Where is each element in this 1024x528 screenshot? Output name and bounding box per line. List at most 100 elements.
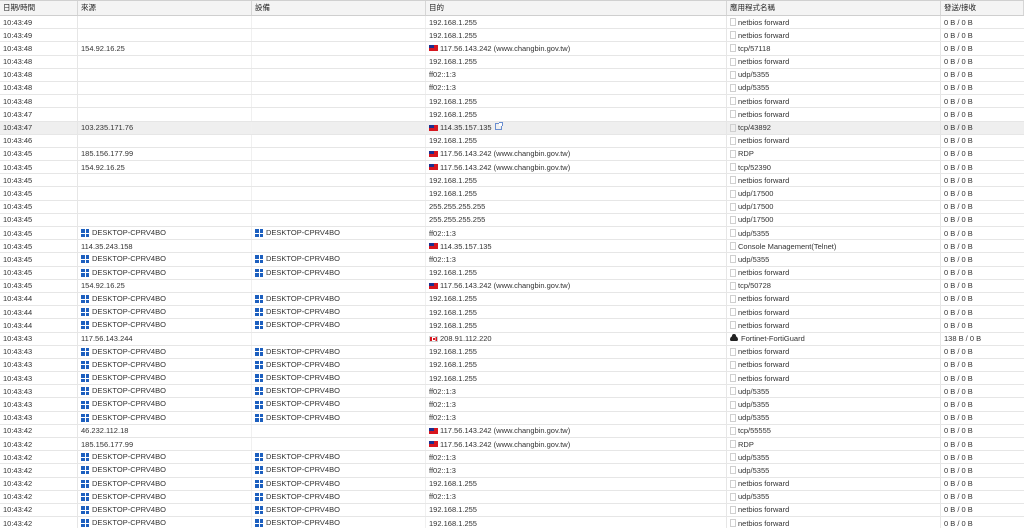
device-name[interactable]: DESKTOP-CPRV4BO [266, 319, 340, 331]
device-name[interactable]: DESKTOP-CPRV4BO [266, 385, 340, 397]
device-name[interactable]: DESKTOP-CPRV4BO [266, 227, 340, 239]
device-name[interactable]: DESKTOP-CPRV4BO [266, 306, 340, 318]
table-row[interactable]: 10:43:42 DESKTOP-CPRV4BO DESKTOP-CPRV4BO ff… [0, 464, 1024, 478]
destination-address: 192.168.1.255 [429, 57, 477, 67]
table-row[interactable]: 10:43:48 192.168.1.255 netbios forward 0 B … [0, 55, 1024, 69]
table-row[interactable]: 10:43:45 DESKTOP-CPRV4BO DESKTOP-CPRV4BO ff… [0, 253, 1024, 267]
application-icon [730, 255, 736, 264]
table-row[interactable]: 10:43:43 DESKTOP-CPRV4BO DESKTOP-CPRV4BO 19… [0, 372, 1024, 386]
source-device-name[interactable]: DESKTOP-CPRV4BO [92, 372, 166, 384]
device-name[interactable]: DESKTOP-CPRV4BO [266, 267, 340, 279]
source-ip: 154.92.16.25 [81, 43, 125, 53]
table-row[interactable]: 10:43:44 DESKTOP-CPRV4BO DESKTOP-CPRV4BO 19… [0, 319, 1024, 333]
table-row[interactable]: 10:43:44 DESKTOP-CPRV4BO DESKTOP-CPRV4BO 19… [0, 292, 1024, 307]
table-row[interactable]: 10:43:42 DESKTOP-CPRV4BO DESKTOP-CPRV4BO 19… [0, 477, 1024, 491]
application-icon [730, 479, 736, 488]
source-device-name[interactable]: DESKTOP-CPRV4BO [92, 504, 166, 516]
table-row[interactable]: 10:43:43 117.56.143.244 208.91.112.220 Fort… [0, 332, 1024, 346]
table-row[interactable]: 10:43:43 DESKTOP-CPRV4BO DESKTOP-CPRV4BO ff… [0, 398, 1024, 412]
source-device-name[interactable]: DESKTOP-CPRV4BO [92, 306, 166, 318]
table-row[interactable]: 10:43:45 185.156.177.99 117.56.143.242 (ww… [0, 147, 1024, 162]
table-row[interactable]: 10:43:45 255.255.255.255 udp/17500 0 B / 0 … [0, 200, 1024, 214]
source-device-name[interactable]: DESKTOP-CPRV4BO [92, 451, 166, 463]
table-row[interactable]: 10:43:46 192.168.1.255 netbios forward 0 B … [0, 134, 1024, 148]
table-row[interactable]: 10:43:45 154.92.16.25 117.56.143.242 (www.… [0, 161, 1024, 175]
device-name[interactable]: DESKTOP-CPRV4BO [266, 517, 340, 528]
table-row[interactable]: 10:43:42 DESKTOP-CPRV4BO DESKTOP-CPRV4BO 19… [0, 503, 1024, 518]
source-device-name[interactable]: DESKTOP-CPRV4BO [92, 293, 166, 305]
table-row[interactable]: 10:43:48 154.92.16.25 117.56.143.242 (www.… [0, 42, 1024, 56]
table-row[interactable]: 10:43:45 154.92.16.25 117.56.143.242 (www.… [0, 279, 1024, 293]
table-row[interactable]: 10:43:48 ff02::1:3 udp/5355 0 B / 0 B [0, 81, 1024, 96]
table-row[interactable]: 10:43:43 DESKTOP-CPRV4BO DESKTOP-CPRV4BO ff… [0, 385, 1024, 399]
device-name[interactable]: DESKTOP-CPRV4BO [266, 451, 340, 463]
table-row[interactable]: 10:43:45 192.168.1.255 udp/17500 0 B / 0 B [0, 187, 1024, 201]
device-name[interactable]: DESKTOP-CPRV4BO [266, 504, 340, 516]
cell-destination: 192.168.1.255 [426, 134, 727, 147]
source-device-name[interactable]: DESKTOP-CPRV4BO [92, 267, 166, 279]
column-header-device[interactable]: 設備 [252, 1, 426, 15]
source-device-name[interactable]: DESKTOP-CPRV4BO [92, 517, 166, 528]
cell-device [252, 42, 426, 55]
table-row[interactable]: 10:43:47 192.168.1.255 netbios forward 0 B … [0, 108, 1024, 122]
source-device-name[interactable]: DESKTOP-CPRV4BO [92, 253, 166, 265]
table-row[interactable]: 10:43:44 DESKTOP-CPRV4BO DESKTOP-CPRV4BO 19… [0, 306, 1024, 320]
table-row[interactable]: 10:43:45 255.255.255.255 udp/17500 0 B / 0 … [0, 213, 1024, 227]
cell-device: DESKTOP-CPRV4BO [252, 292, 426, 306]
table-row[interactable]: 10:43:42 DESKTOP-CPRV4BO DESKTOP-CPRV4BO 19… [0, 517, 1024, 528]
source-device-name[interactable]: DESKTOP-CPRV4BO [92, 346, 166, 358]
column-header-application[interactable]: 應用程式名稱 [727, 1, 941, 15]
source-device-name[interactable]: DESKTOP-CPRV4BO [92, 319, 166, 331]
application-name: RDP [738, 439, 754, 449]
device-name[interactable]: DESKTOP-CPRV4BO [266, 412, 340, 424]
table-row[interactable]: 10:43:48 ff02::1:3 udp/5355 0 B / 0 B [0, 68, 1024, 82]
table-row[interactable]: 10:43:49 192.168.1.255 netbios forward 0 B … [0, 16, 1024, 30]
taiwan-flag-icon [429, 441, 438, 448]
table-row[interactable]: 10:43:43 DESKTOP-CPRV4BO DESKTOP-CPRV4BO 19… [0, 358, 1024, 373]
device-name[interactable]: DESKTOP-CPRV4BO [266, 372, 340, 384]
windows-icon [81, 387, 89, 396]
application-name: RDP [738, 149, 754, 159]
device-name[interactable]: DESKTOP-CPRV4BO [266, 253, 340, 265]
table-row[interactable]: 10:43:49 192.168.1.255 netbios forward 0 B … [0, 29, 1024, 43]
table-row[interactable]: 10:43:42 46.232.112.18 117.56.143.242 (www… [0, 424, 1024, 438]
column-header-time[interactable]: 日期/時間 [0, 1, 78, 15]
source-device-name[interactable]: DESKTOP-CPRV4BO [92, 478, 166, 490]
table-row[interactable]: 10:43:45 192.168.1.255 netbios forward 0 B … [0, 174, 1024, 188]
application-icon [730, 347, 736, 356]
table-row[interactable]: 10:43:42 DESKTOP-CPRV4BO DESKTOP-CPRV4BO ff… [0, 451, 1024, 465]
source-device-name[interactable]: DESKTOP-CPRV4BO [92, 412, 166, 424]
external-link-icon[interactable] [494, 122, 503, 131]
column-header-source[interactable]: 來源 [78, 1, 252, 15]
source-device-name[interactable]: DESKTOP-CPRV4BO [92, 385, 166, 397]
source-device-name[interactable]: DESKTOP-CPRV4BO [92, 464, 166, 476]
device-name[interactable]: DESKTOP-CPRV4BO [266, 359, 340, 371]
table-row[interactable]: 10:43:47 103.235.171.76 114.35.157.135 tcp/… [0, 121, 1024, 135]
cell-bytes: 0 B / 0 B [944, 228, 973, 238]
column-header-bytes[interactable]: 發送/接收 [941, 1, 1024, 15]
device-name[interactable]: DESKTOP-CPRV4BO [266, 293, 340, 305]
source-device-name[interactable]: DESKTOP-CPRV4BO [92, 359, 166, 371]
column-header-destination[interactable]: 目的 [426, 1, 727, 15]
log-table: 日期/時間 來源 設備 目的 應用程式名稱 發送/接收 10:43:49 192.… [0, 0, 1024, 528]
application-name: netbios forward [738, 57, 790, 67]
device-name[interactable]: DESKTOP-CPRV4BO [266, 346, 340, 358]
device-name[interactable]: DESKTOP-CPRV4BO [266, 491, 340, 503]
source-device-name[interactable]: DESKTOP-CPRV4BO [92, 491, 166, 503]
cell-application: netbios forward [727, 503, 941, 517]
table-row[interactable]: 10:43:45 DESKTOP-CPRV4BO DESKTOP-CPRV4BO ff… [0, 227, 1024, 241]
table-row[interactable]: 10:43:42 185.156.177.99 117.56.143.242 (ww… [0, 438, 1024, 452]
cell-source [78, 187, 252, 200]
source-device-name[interactable]: DESKTOP-CPRV4BO [92, 398, 166, 410]
table-row[interactable]: 10:43:42 DESKTOP-CPRV4BO DESKTOP-CPRV4BO ff… [0, 490, 1024, 504]
table-row[interactable]: 10:43:43 DESKTOP-CPRV4BO DESKTOP-CPRV4BO ff… [0, 411, 1024, 425]
source-device-name[interactable]: DESKTOP-CPRV4BO [92, 227, 166, 239]
device-name[interactable]: DESKTOP-CPRV4BO [266, 464, 340, 476]
table-row[interactable]: 10:43:45 114.35.243.158 114.35.157.135 Cons… [0, 240, 1024, 254]
table-row[interactable]: 10:43:45 DESKTOP-CPRV4BO DESKTOP-CPRV4BO 19… [0, 266, 1024, 280]
table-row[interactable]: 10:43:48 192.168.1.255 netbios forward 0 B … [0, 95, 1024, 109]
device-name[interactable]: DESKTOP-CPRV4BO [266, 398, 340, 410]
device-name[interactable]: DESKTOP-CPRV4BO [266, 478, 340, 490]
table-row[interactable]: 10:43:43 DESKTOP-CPRV4BO DESKTOP-CPRV4BO 19… [0, 345, 1024, 359]
cell-destination: ff02::1:3 [426, 385, 727, 398]
